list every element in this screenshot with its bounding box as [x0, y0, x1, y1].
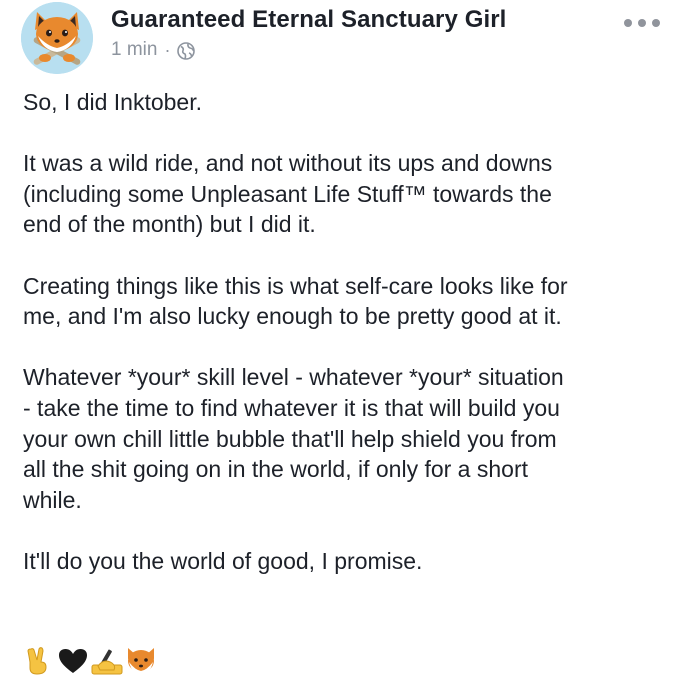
post-body: So, I did Inktober. It was a wild ride, …	[23, 87, 663, 607]
more-options-button[interactable]	[624, 15, 660, 31]
avatar[interactable]	[21, 2, 93, 74]
black-heart-emoji	[56, 646, 90, 676]
post-meta: 1 min ·	[111, 38, 196, 62]
post-paragraph: Creating things like this is what self-c…	[23, 272, 568, 330]
post-paragraph: So, I did Inktober.	[23, 89, 203, 115]
globe-icon[interactable]	[177, 42, 196, 60]
fox-face-emoji	[124, 646, 158, 676]
post-header: Guaranteed Eternal Sanctuary Girl 1 min …	[0, 0, 680, 80]
meta-separator: ·	[164, 39, 171, 60]
emoji-row	[22, 645, 158, 677]
fox-avatar-icon	[21, 2, 93, 74]
post-paragraph: It'll do you the world of good, I promis…	[23, 547, 423, 574]
post-paragraph: It was a wild ride, and not without its …	[23, 150, 553, 238]
victory-hand-emoji	[22, 646, 56, 676]
post-paragraph: Whatever *your* skill level - whatever *…	[23, 364, 564, 513]
more-dot-icon	[652, 19, 660, 27]
more-dot-icon	[624, 19, 632, 27]
more-dot-icon	[638, 19, 646, 27]
author-name[interactable]: Guaranteed Eternal Sanctuary Girl	[111, 6, 506, 34]
post-timestamp[interactable]: 1 min	[111, 39, 157, 61]
writing-hand-emoji	[90, 646, 124, 676]
